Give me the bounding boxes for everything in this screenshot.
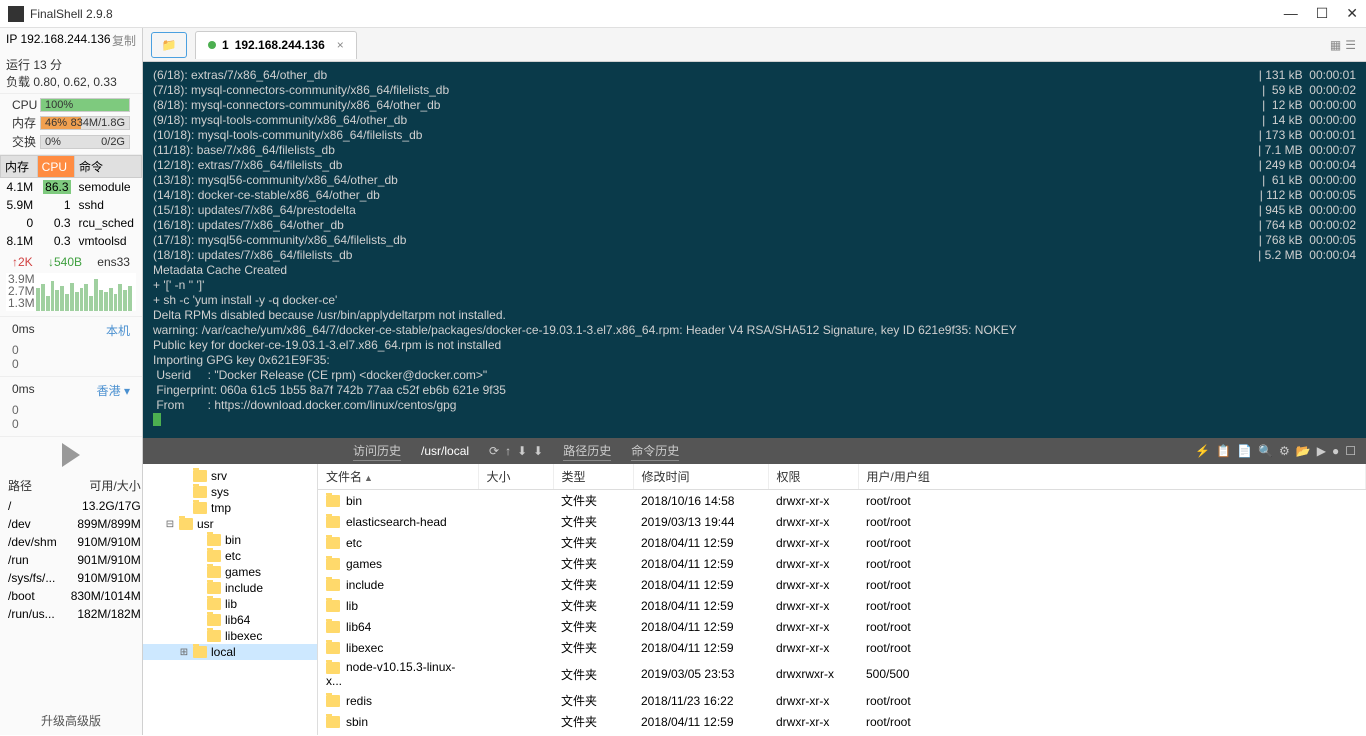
tab-bar: 📁 1 192.168.244.136 × ▦ ☰ — [143, 28, 1366, 62]
path-history[interactable]: 路径历史 — [563, 442, 611, 461]
disk-row[interactable]: /dev899M/899M — [2, 516, 147, 532]
file-row[interactable]: elasticsearch-head文件夹2019/03/13 19:44drw… — [318, 511, 1366, 532]
file-toolbar: 访问历史 /usr/local ⟳ ↑ ⬇ ⬇ 路径历史 命令历史 ⚡ 📋 📄 … — [143, 438, 1366, 464]
disk-row[interactable]: /run/us...182M/182M — [2, 606, 147, 622]
file-row[interactable]: share文件夹2018/10/14 19:35drwxr-xr-xroot/r… — [318, 732, 1366, 735]
close-icon[interactable]: ✕ — [1346, 5, 1358, 22]
terminal[interactable]: (6/18): extras/7/x86_64/other_db| 131 kB… — [143, 62, 1366, 438]
download-icon[interactable]: ⬇ — [517, 444, 527, 458]
file-row[interactable]: node-v10.15.3-linux-x...文件夹2019/03/05 23… — [318, 658, 1366, 690]
tab-session[interactable]: 1 192.168.244.136 × — [195, 31, 357, 59]
clipboard-icon[interactable]: 📋 — [1216, 444, 1231, 458]
process-table: 内存CPU命令 4.1M86.3semodule5.9M1sshd00.3rcu… — [0, 155, 142, 250]
tab-close-icon[interactable]: × — [337, 38, 344, 52]
upload-icon[interactable]: ↑ — [505, 444, 511, 458]
process-row[interactable]: 4.1M86.3semodule — [1, 178, 142, 197]
file-tree[interactable]: srv sys tmp⊟usr bin etc games include li… — [143, 464, 318, 735]
cpu-label: CPU — [12, 98, 40, 112]
net-up: ↑2K — [12, 255, 33, 269]
net-chart: 3.9M2.7M1.3M — [6, 273, 136, 311]
file-row[interactable]: lib文件夹2018/04/11 12:59drwxr-xr-xroot/roo… — [318, 595, 1366, 616]
run-icon[interactable]: ▶ — [1317, 444, 1326, 458]
refresh-icon[interactable]: ⟳ — [489, 444, 499, 458]
process-row[interactable]: 8.1M0.3vmtoolsd — [1, 232, 142, 250]
stop-icon[interactable]: ● — [1332, 444, 1339, 458]
file-list[interactable]: 文件名▲ 大小 类型 修改时间 权限 用户/用户组 bin文件夹2018/10/… — [318, 464, 1366, 735]
bolt-icon[interactable]: ⚡ — [1195, 444, 1210, 458]
copy-button[interactable]: 复制 — [112, 32, 136, 49]
cpu-bar: 100% — [40, 98, 130, 112]
file-row[interactable]: etc文件夹2018/04/11 12:59drwxr-xr-xroot/roo… — [318, 532, 1366, 553]
swap-bar: 0%0/2G — [40, 135, 130, 149]
tree-item[interactable]: lib — [143, 596, 317, 612]
process-row[interactable]: 00.3rcu_sched — [1, 214, 142, 232]
list-icon[interactable]: ☰ — [1345, 38, 1356, 52]
search-icon[interactable]: 🔍 — [1258, 444, 1273, 458]
mem-bar: 46%834M/1.8G — [40, 116, 130, 130]
cmd-history[interactable]: 命令历史 — [631, 442, 679, 461]
tree-item[interactable]: ⊟usr — [143, 516, 317, 532]
window-icon[interactable]: ☐ — [1345, 444, 1356, 458]
path-display[interactable]: /usr/local — [421, 444, 469, 458]
tree-item[interactable]: include — [143, 580, 317, 596]
swap-label: 交换 — [12, 133, 40, 150]
file-row[interactable]: redis文件夹2018/11/23 16:22drwxr-xr-xroot/r… — [318, 690, 1366, 711]
play-area — [0, 437, 142, 473]
disk-row[interactable]: /run901M/910M — [2, 552, 147, 568]
mem-label: 内存 — [12, 114, 40, 131]
file-row[interactable]: sbin文件夹2018/04/11 12:59drwxr-xr-xroot/ro… — [318, 711, 1366, 732]
play-icon[interactable] — [62, 443, 80, 467]
uptime-label: 运行 13 分 — [6, 56, 136, 73]
tree-item[interactable]: games — [143, 564, 317, 580]
ping-host[interactable]: 本机 — [106, 322, 130, 339]
ping2-ms: 0ms — [12, 382, 35, 399]
ip-label: IP 192.168.244.136 — [6, 32, 111, 49]
gear-icon[interactable]: ⚙ — [1279, 444, 1290, 458]
app-title: FinalShell 2.9.8 — [30, 7, 1284, 21]
titlebar: FinalShell 2.9.8 — ☐ ✕ — [0, 0, 1366, 28]
maximize-icon[interactable]: ☐ — [1316, 5, 1329, 22]
ping-ms: 0ms — [12, 322, 35, 339]
tree-item[interactable]: srv — [143, 468, 317, 484]
grid-icon[interactable]: ▦ — [1330, 38, 1341, 52]
download2-icon[interactable]: ⬇ — [533, 444, 543, 458]
ping2-host[interactable]: 香港 ▾ — [97, 382, 130, 399]
status-dot-icon — [208, 41, 216, 49]
tree-item[interactable]: ⊞local — [143, 644, 317, 660]
disk-row[interactable]: /boot830M/1014M — [2, 588, 147, 604]
file-row[interactable]: include文件夹2018/04/11 12:59drwxr-xr-xroot… — [318, 574, 1366, 595]
app-icon — [8, 6, 24, 22]
disk-table: 路径可用/大小 /13.2G/17G/dev899M/899M/dev/shm9… — [0, 473, 149, 624]
tree-item[interactable]: lib64 — [143, 612, 317, 628]
file-row[interactable]: libexec文件夹2018/04/11 12:59drwxr-xr-xroot… — [318, 637, 1366, 658]
net-iface[interactable]: ens33 — [97, 255, 130, 269]
file-row[interactable]: bin文件夹2018/10/16 14:58drwxr-xr-xroot/roo… — [318, 490, 1366, 512]
visit-history[interactable]: 访问历史 — [353, 442, 401, 461]
tree-item[interactable]: tmp — [143, 500, 317, 516]
load-label: 负载 0.80, 0.62, 0.33 — [6, 73, 136, 90]
upgrade-button[interactable]: 升级高级版 — [0, 706, 142, 735]
file-row[interactable]: games文件夹2018/04/11 12:59drwxr-xr-xroot/r… — [318, 553, 1366, 574]
disk-row[interactable]: /13.2G/17G — [2, 498, 147, 514]
folder-button[interactable]: 📁 — [151, 32, 187, 58]
tree-item[interactable]: etc — [143, 548, 317, 564]
tree-item[interactable]: sys — [143, 484, 317, 500]
disk-row[interactable]: /sys/fs/...910M/910M — [2, 570, 147, 586]
copy-icon[interactable]: 📄 — [1237, 444, 1252, 458]
file-row[interactable]: lib64文件夹2018/04/11 12:59drwxr-xr-xroot/r… — [318, 616, 1366, 637]
process-row[interactable]: 5.9M1sshd — [1, 196, 142, 214]
net-down: ↓540B — [48, 255, 82, 269]
sidebar: IP 192.168.244.136 复制 运行 13 分 负载 0.80, 0… — [0, 28, 143, 735]
tree-item[interactable]: bin — [143, 532, 317, 548]
disk-row[interactable]: /dev/shm910M/910M — [2, 534, 147, 550]
tree-item[interactable]: libexec — [143, 628, 317, 644]
window-controls: — ☐ ✕ — [1284, 5, 1358, 22]
minimize-icon[interactable]: — — [1284, 5, 1298, 22]
open-folder-icon[interactable]: 📂 — [1296, 444, 1311, 458]
view-icons: ▦ ☰ — [1330, 38, 1356, 52]
